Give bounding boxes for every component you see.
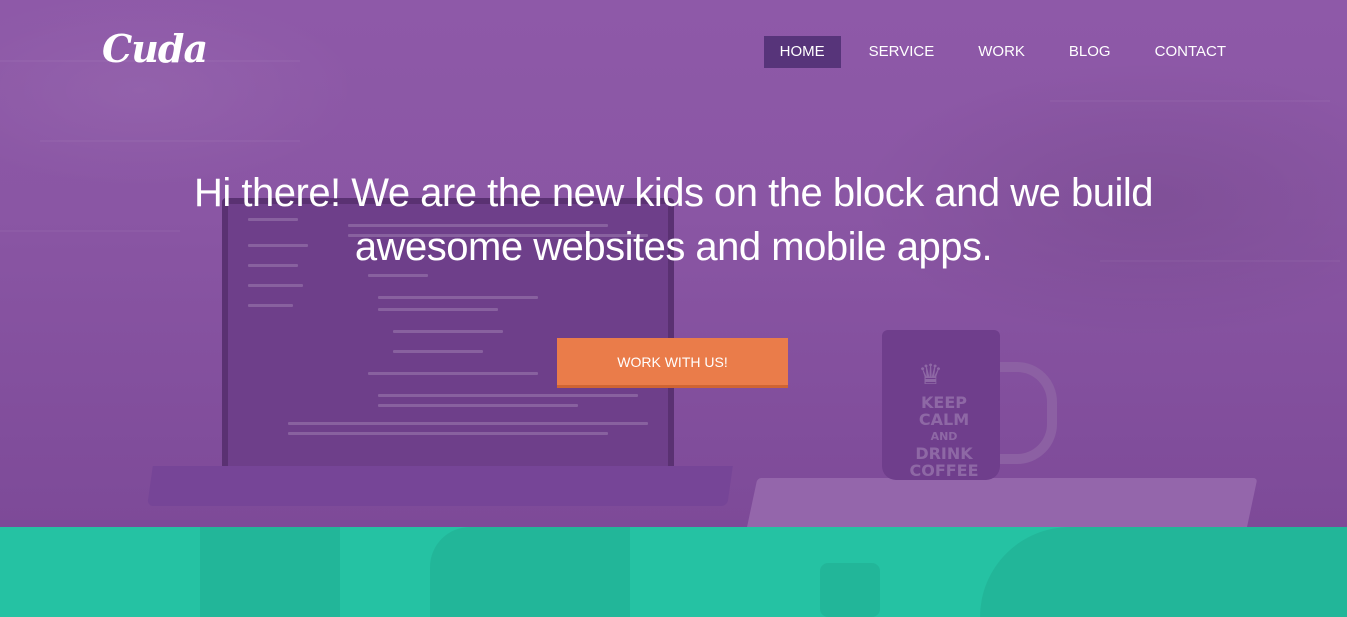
code-line <box>378 394 638 397</box>
code-line <box>378 308 498 311</box>
work-with-us-button[interactable]: WORK WITH US! <box>557 338 788 388</box>
main-nav: HOME SERVICE WORK BLOG CONTACT <box>752 36 1242 68</box>
code-line <box>368 274 428 277</box>
code-line <box>368 372 538 375</box>
laptop-base <box>147 466 733 506</box>
teal-photo-shape <box>430 527 630 617</box>
nav-item-service[interactable]: SERVICE <box>853 36 951 68</box>
brick-line <box>1050 100 1330 102</box>
mug-text-line: AND <box>930 430 958 443</box>
teal-photo-shape <box>980 527 1347 617</box>
nav-item-blog[interactable]: BLOG <box>1053 36 1127 68</box>
hero-section: ♛ KEEP CALM AND DRINK COFFEE Cuda HOME S… <box>0 0 1347 527</box>
site-logo[interactable]: Cuda <box>102 26 208 71</box>
nav-item-work[interactable]: WORK <box>962 36 1041 68</box>
mug-text-line: DRINK <box>915 444 973 463</box>
teal-photo-shape <box>820 563 880 617</box>
hero-headline-line: Hi there! We are the new kids on the blo… <box>194 171 1153 215</box>
brick-line <box>40 140 300 142</box>
code-line <box>248 284 303 287</box>
mug-text-line: COFFEE <box>909 461 979 480</box>
code-line <box>378 296 538 299</box>
page: ♛ KEEP CALM AND DRINK COFFEE Cuda HOME S… <box>0 0 1347 617</box>
code-line <box>288 422 648 425</box>
hero-headline-line: awesome websites and mobile apps. <box>354 225 993 269</box>
nav-item-contact[interactable]: CONTACT <box>1139 36 1242 68</box>
notebook <box>742 478 1258 527</box>
mug-text: KEEP CALM AND DRINK COFFEE <box>904 394 984 479</box>
nav-item-home[interactable]: HOME <box>763 36 841 68</box>
code-line <box>393 330 503 333</box>
crown-icon: ♛ <box>918 359 944 390</box>
code-line <box>393 350 483 353</box>
teal-section <box>0 527 1347 617</box>
hero-headline: Hi there! We are the new kids on the blo… <box>0 166 1347 274</box>
mug-text-line: KEEP <box>921 393 967 412</box>
teal-photo-shape <box>200 527 340 617</box>
mug-text-line: CALM <box>918 410 970 429</box>
code-line <box>378 404 578 407</box>
code-line <box>288 432 608 435</box>
code-line <box>248 304 293 307</box>
